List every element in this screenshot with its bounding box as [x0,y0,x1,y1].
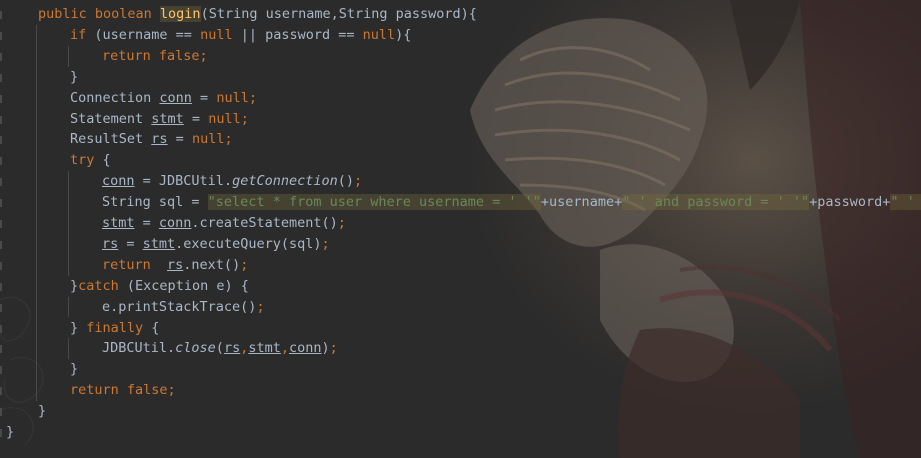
code-token: { [102,152,111,169]
code-token: " ' and password = ' '" [622,194,810,211]
code-token: .createStatement() [191,215,338,231]
code-token: finally [86,319,152,336]
code-token: = [167,131,192,148]
code-line[interactable]: Connection conn = null; [2,88,257,109]
code-token: Statement [70,110,152,127]
code-token: ; [167,382,176,399]
code-token: ; [224,131,233,148]
code-token: Connection [70,89,160,106]
code-token: if [70,26,95,43]
code-token: .executeQuery(sql) [175,235,322,252]
code-token: ; [329,340,338,357]
code-token: null [191,131,225,148]
code-line[interactable]: } [2,422,14,443]
code-line[interactable]: JDBCUtil.close(rs,stmt,conn); [2,338,338,359]
code-token: ; [354,173,363,190]
code-token: } [70,319,87,336]
code-token: conn [289,340,322,357]
code-token: ; [337,215,346,231]
code-line[interactable]: return rs.next(); [2,255,248,276]
code-line[interactable]: if (username == null || password == null… [2,25,411,46]
code-token: null [208,110,241,127]
code-line[interactable]: } [2,359,78,380]
code-token: conn [158,215,192,231]
code-token: = [183,110,209,127]
code-token: ; [240,256,249,273]
code-line[interactable]: public boolean login(String username,Str… [2,4,477,25]
code-editor[interactable]: public boolean login(String username,Str… [0,0,921,458]
code-token: ResultSet [70,131,152,148]
code-token: null [362,26,396,43]
code-line[interactable]: conn = JDBCUtil.getConnection(); [2,171,362,192]
code-token: = [191,89,217,106]
code-token: ; [321,235,330,252]
code-token: ; [199,47,208,64]
code-token: .next() [183,256,241,273]
code-token: null [200,26,233,43]
code-token: || password == [232,26,363,43]
code-token: ; [248,89,257,106]
code-line[interactable]: } [2,67,78,88]
code-token: return false [70,382,168,399]
code-token: , [280,340,289,357]
code-line[interactable]: ResultSet rs = null; [2,129,233,150]
code-token: stmt [151,110,184,127]
code-token: +username+ [540,194,623,211]
code-token: () [337,173,354,190]
code-line[interactable]: return false; [2,380,176,401]
code-line[interactable]: e.printStackTrace(); [2,297,265,318]
code-token: close [175,340,216,357]
code-token: return [102,256,168,273]
code-token: public boolean [38,6,160,22]
code-line[interactable]: } finally { [2,318,159,339]
code-token: rs [223,340,241,357]
code-token: } [70,277,79,294]
code-line[interactable]: return false; [2,46,208,67]
code-token: (String username,String password){ [200,6,477,22]
code-token: (Exception e) { [126,277,249,294]
code-token: rs [151,131,168,148]
code-token: catch [78,277,127,294]
code-token: (username == [94,26,201,43]
code-token: = [134,215,159,231]
code-token: stmt [102,215,135,231]
code-token: null [216,89,249,106]
code-token: return false [102,47,200,64]
code-token: = [118,235,143,252]
code-token: JDBCUtil. [102,340,176,357]
code-token: try [70,152,103,169]
code-token: { [151,319,160,336]
code-token: } [70,361,79,378]
code-token: ) [321,340,330,357]
code-token: } [70,68,79,85]
code-token: login [159,6,201,22]
code-token: conn [159,89,192,106]
code-line[interactable]: Statement stmt = null; [2,109,249,130]
code-token: ( [215,340,224,357]
code-token: } [38,403,47,420]
code-token: rs [102,235,119,252]
code-token: conn [102,173,135,190]
code-token: String sql = [102,194,208,211]
code-token: " ' " [890,194,921,211]
code-token: ){ [395,26,412,43]
code-line[interactable]: stmt = conn.createStatement(); [2,213,346,234]
code-line[interactable]: String sql = "select * from user where u… [2,192,921,213]
code-token: ; [240,110,249,127]
code-token: ; [256,298,265,315]
code-token: } [6,424,15,440]
code-token: +password+ [809,194,891,211]
code-token: stmt [248,340,281,357]
code-token: stmt [142,235,176,252]
code-token: "select * from user where username = ' '… [207,194,541,211]
code-token: getConnection [232,173,338,190]
code-line[interactable]: try { [2,150,111,171]
code-line[interactable]: } [2,401,46,422]
code-token: = JDBCUtil. [134,173,233,190]
code-line[interactable]: rs = stmt.executeQuery(sql); [2,234,330,255]
code-token: rs [167,256,184,273]
code-line[interactable]: }catch (Exception e) { [2,276,249,297]
code-token: e.printStackTrace() [102,298,257,315]
